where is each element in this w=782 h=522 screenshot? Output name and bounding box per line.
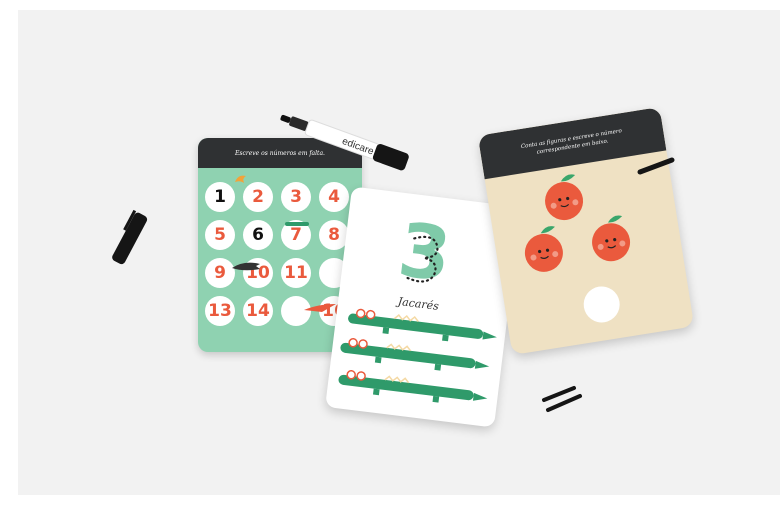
number-cell: 6 bbox=[243, 220, 273, 250]
shrimp-icon bbox=[235, 175, 246, 183]
marker-stroke-decoration bbox=[637, 157, 675, 175]
dotted-trace-guide bbox=[406, 235, 439, 283]
orange-icon bbox=[592, 215, 631, 262]
marker-pen: edicare bbox=[280, 114, 409, 171]
number-cell: 3 bbox=[281, 182, 311, 212]
counting-oranges-card: Conta as figuras e escreve o número corr… bbox=[477, 106, 695, 356]
orange-icon bbox=[524, 226, 563, 272]
number-cell: 14 bbox=[243, 296, 273, 326]
crocodile-small-icon bbox=[285, 222, 309, 226]
number-cell: 13 bbox=[205, 296, 235, 326]
carrot-icon bbox=[304, 304, 336, 312]
marker-cap bbox=[112, 209, 148, 265]
number-cell: 2 bbox=[243, 182, 273, 212]
orange-icon bbox=[545, 174, 584, 221]
answer-circle bbox=[581, 283, 623, 326]
fish-icon bbox=[232, 262, 260, 271]
marker-stroke-decoration bbox=[542, 386, 582, 412]
number-cell: 4 bbox=[319, 182, 349, 212]
number-cell: 1 bbox=[205, 182, 235, 212]
number-cell: 5 bbox=[205, 220, 235, 250]
number-cell: 11 bbox=[281, 258, 311, 288]
